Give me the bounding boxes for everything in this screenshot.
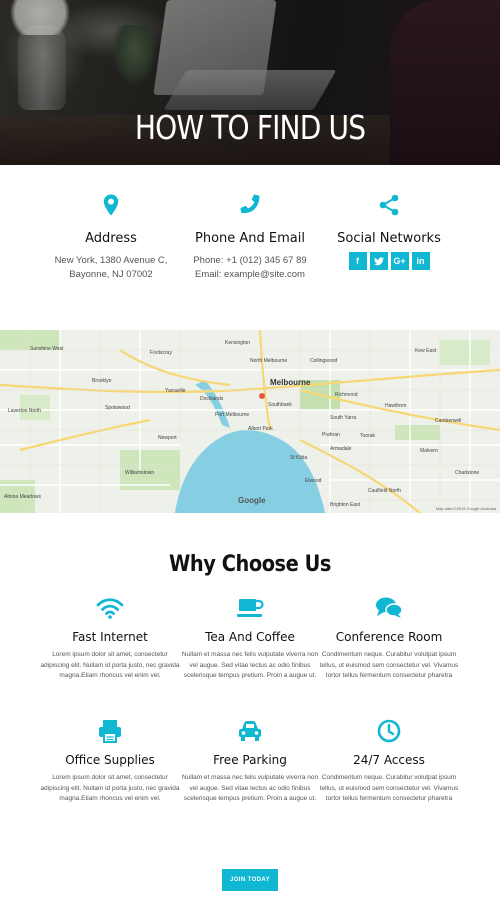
phone-email-title: Phone And Email	[195, 231, 305, 246]
feature-title: Tea And Coffee	[205, 630, 295, 644]
feature-title: Office Supplies	[65, 753, 155, 767]
feature-text: Condimentum neque. Curabitur volutpat ip…	[319, 774, 459, 802]
feature-title: Conference Room	[335, 630, 443, 644]
feature-tea-coffee: Tea And Coffee Nullam et massa nec felis…	[180, 596, 320, 682]
feature-text: Nullam et massa nec felis vulputate vive…	[181, 651, 319, 679]
map-label: St Kilda	[290, 455, 308, 461]
map-credits[interactable]: Map data ©2019 Google Australia	[436, 506, 496, 511]
map-label: Williamstown	[125, 470, 155, 476]
map-label: Caulfield North	[368, 488, 402, 494]
map-label: Laverton North	[8, 408, 42, 414]
chat-bubbles-icon	[376, 597, 403, 618]
map-label: Collingwood	[310, 358, 338, 364]
map-label: Docklands	[200, 396, 224, 402]
linkedin-button[interactable]: in	[411, 252, 430, 270]
feature-title: Fast Internet	[72, 630, 148, 644]
google-logo: Google	[238, 496, 266, 505]
map-label: Toorak	[360, 433, 376, 439]
phone-email-block: Phone And Email Phone: +1 (012) 345 67 8…	[175, 193, 325, 282]
car-icon	[239, 721, 261, 741]
join-today-button[interactable]: JOIN TODAY	[222, 869, 278, 891]
address-title: Address	[85, 231, 137, 246]
google-plus-button[interactable]: G+	[390, 252, 409, 270]
map-label: Newport	[158, 435, 177, 441]
map-label: Altona Meadows	[4, 494, 41, 500]
map-label: Sunshine West	[30, 346, 64, 352]
twitter-button[interactable]	[369, 252, 388, 270]
printer-icon	[99, 720, 121, 743]
map-label: South Yarra	[330, 415, 357, 421]
phone-number: Phone: +1 (012) 345 67 89	[193, 255, 307, 266]
feature-conference-room: Conference Room Condimentum neque. Curab…	[319, 596, 459, 682]
hero-banner: HOW TO FIND US	[0, 0, 500, 165]
feature-text: Condimentum neque. Curabitur volutpat ip…	[319, 651, 459, 679]
feature-free-parking: Free Parking Nullam et massa nec felis v…	[180, 719, 320, 805]
map-label: Spotswood	[105, 405, 130, 411]
feature-title: 24/7 Access	[353, 753, 425, 767]
map-label: Hawthorn	[385, 403, 407, 409]
map-pin-icon	[103, 194, 119, 216]
feature-24-7-access: 24/7 Access Condimentum neque. Curabitur…	[319, 719, 459, 805]
contact-section: Address New York, 1380 Avenue C, Bayonne…	[0, 165, 500, 330]
feature-office-supplies: Office Supplies Lorem ipsum dolor sit am…	[40, 719, 180, 805]
feature-text: Lorem ipsum dolor sit amet, consectetur …	[40, 774, 180, 802]
map-label: Southbank	[268, 402, 292, 408]
map-label: Chadstone	[455, 470, 480, 476]
social-block: Social Networks f G+ in	[314, 193, 464, 270]
map-label: Camberwell	[435, 418, 462, 424]
map-label: Kew East	[415, 348, 437, 354]
map-label: Albert Park	[248, 426, 273, 432]
feature-text: Lorem ipsum dolor sit amet, consectetur …	[40, 651, 180, 679]
email-address[interactable]: Email: example@site.com	[195, 269, 305, 280]
map-city-label: Melbourne	[270, 378, 311, 387]
location-map[interactable]: Melbourne Sunshine West Footscray Kensin…	[0, 330, 500, 513]
map-label: Kensington	[225, 340, 251, 346]
share-icon	[379, 194, 399, 216]
address-block: Address New York, 1380 Avenue C, Bayonne…	[36, 193, 186, 282]
map-label: Malvern	[420, 448, 438, 454]
coffee-cup-icon	[237, 599, 264, 617]
social-title: Social Networks	[337, 231, 441, 246]
map-label: Yarraville	[165, 388, 186, 394]
feature-text: Nullam et massa nec felis vulputate vive…	[181, 774, 319, 802]
why-choose-us-title: Why Choose Us	[168, 552, 332, 577]
map-label: Port Melbourne	[215, 412, 250, 418]
map-label: Richmond	[335, 392, 358, 398]
map-label: Brooklyn	[92, 378, 112, 384]
address-text: New York, 1380 Avenue C, Bayonne, NJ 070…	[36, 254, 186, 282]
map-label: Brighton East	[330, 502, 361, 508]
address-line-1: New York, 1380 Avenue C,	[54, 255, 168, 266]
wifi-icon	[96, 598, 124, 619]
phone-icon	[240, 194, 260, 214]
clock-icon	[377, 719, 401, 743]
address-line-2: Bayonne, NJ 07002	[69, 269, 153, 280]
feature-fast-internet: Fast Internet Lorem ipsum dolor sit amet…	[40, 596, 180, 682]
map-label: Elwood	[305, 478, 322, 484]
page-title: HOW TO FIND US	[134, 108, 366, 147]
map-label: North Melbourne	[250, 358, 288, 364]
twitter-icon	[373, 256, 384, 265]
phone-email-text: Phone: +1 (012) 345 67 89 Email: example…	[175, 254, 325, 282]
map-label: Footscray	[150, 350, 172, 356]
map-label: Armadale	[330, 446, 352, 452]
social-buttons: f G+ in	[314, 252, 464, 270]
feature-title: Free Parking	[213, 753, 287, 767]
map-label: Prahran	[322, 432, 340, 438]
facebook-button[interactable]: f	[348, 252, 367, 270]
